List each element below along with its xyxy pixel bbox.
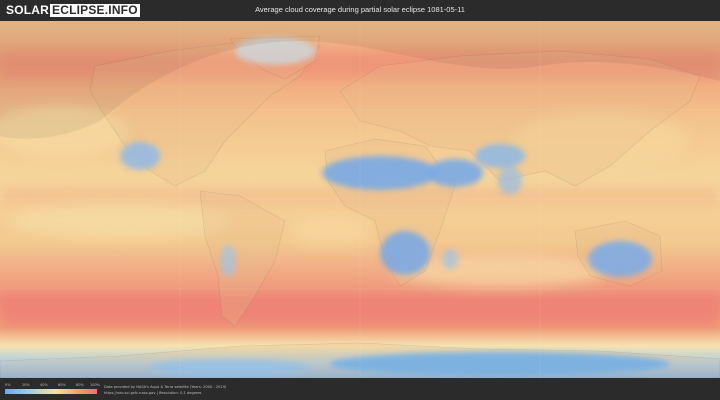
antarctica-clear-west: [150, 359, 310, 377]
top-bar: SOLAR ECLIPSE.INFO Average cloud coverag…: [0, 0, 720, 21]
legend-tick-100: 100%: [90, 383, 101, 387]
legend-tick-20: 20%: [22, 383, 30, 387]
andes-clear: [220, 245, 236, 277]
madagascar-clear: [442, 249, 458, 269]
southern-africa-clear: [380, 231, 430, 275]
iran-clear: [475, 144, 525, 168]
data-credits: Data provided by NASA's Aqua & Terra sat…: [104, 384, 226, 396]
legend-tick-labels: 0% 20% 40% 60% 80% 100%: [5, 383, 101, 388]
legend-tick-0: 0%: [5, 383, 11, 387]
arabia-clear: [427, 159, 483, 187]
india-clear: [498, 167, 522, 195]
legend-tick-60: 60%: [58, 383, 66, 387]
legend-color-bar: [5, 389, 97, 394]
sahara-clear: [322, 156, 438, 190]
cloud-coverage-map: [0, 21, 720, 378]
credit-line-2[interactable]: https://neo.sci.gsfc.nasa.gov | Resoluti…: [104, 390, 226, 396]
page-title: Average cloud coverage during partial so…: [255, 5, 465, 14]
west-us-clear: [120, 142, 160, 170]
antarctica-clear: [330, 352, 670, 376]
legend-tick-80: 80%: [76, 383, 84, 387]
legend-tick-40: 40%: [40, 383, 48, 387]
australia-clear: [588, 241, 652, 277]
